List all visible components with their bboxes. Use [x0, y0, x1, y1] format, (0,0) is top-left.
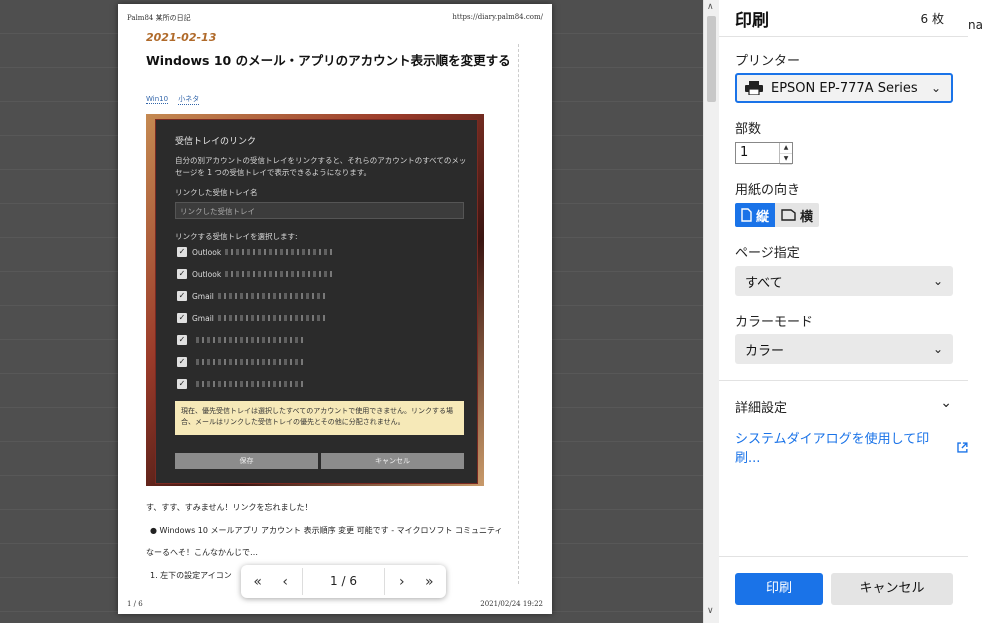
body-text: す、すす、すみません！リンクを忘れました！: [146, 503, 313, 512]
printer-label: プリンター: [735, 54, 801, 69]
page-header-left: Palm84 某所の日記: [127, 14, 191, 22]
account-row: ✓ Outlook: [177, 267, 336, 281]
double-chevron-left-icon: «: [253, 573, 262, 590]
body-text: なーるへそ！こんなかんじで…: [146, 548, 258, 557]
print-button[interactable]: 印刷: [735, 573, 823, 605]
tag: 小ネタ: [178, 95, 200, 105]
printer-value: EPSON EP-777A Series: [771, 80, 918, 96]
increment-icon[interactable]: ▲: [780, 143, 792, 154]
color-mode-select[interactable]: カラー ⌄: [735, 334, 953, 364]
copies-spin[interactable]: ▲ ▼: [779, 143, 792, 165]
chevron-down-icon[interactable]: ⌄: [940, 395, 952, 411]
divider: [518, 44, 519, 584]
dialog-description: 自分の別アカウントの受信トレイをリンクすると、それらのアカウントのすべてのメッセ…: [175, 156, 467, 177]
body-bullet: ● Windows 10 メールアプリ アカウント 表示順序 変更 可能です -…: [150, 526, 503, 535]
checkbox-icon: ✓: [177, 291, 187, 301]
preview-page: Palm84 某所の日記 https://diary.palm84.com/ 2…: [118, 4, 552, 614]
checkbox-icon: ✓: [177, 335, 187, 345]
scroll-up-icon[interactable]: ∧: [707, 2, 714, 12]
last-page-button[interactable]: »: [416, 568, 443, 595]
redacted-address: [217, 315, 328, 321]
linked-inbox-dialog: 受信トレイのリンク 自分の別アカウントの受信トレイをリンクすると、それらのアカウ…: [155, 119, 478, 484]
orientation-toggle: 縦 横: [735, 203, 820, 227]
divider: [719, 556, 968, 557]
orientation-label: 用紙の向き: [735, 183, 801, 198]
select-inbox-label: リンクする受信トレイを選択します:: [175, 232, 298, 241]
inbox-name-input: リンクした受信トレイ: [175, 202, 464, 219]
cancel-button[interactable]: キャンセル: [831, 573, 953, 605]
portrait-button[interactable]: 縦: [735, 203, 776, 227]
divider: [719, 36, 968, 37]
account-row: ✓ Outlook: [177, 245, 336, 259]
post-title: Windows 10 のメール・アプリのアカウント表示順を変更する: [146, 53, 511, 68]
background-text: na: [968, 18, 983, 32]
account-row: ✓ Gmail: [177, 311, 328, 325]
printer-icon: [745, 81, 763, 95]
inbox-name-label: リンクした受信トレイ名: [175, 188, 258, 197]
redacted-address: [225, 249, 336, 255]
chevron-left-icon: ‹: [282, 573, 288, 590]
background-page-edge: [968, 0, 986, 623]
redacted-address: [225, 271, 336, 277]
body-text: 1. 左下の設定アイコン: [150, 571, 232, 580]
account-row: ✓ Gmail: [177, 289, 328, 303]
chevron-down-icon: ⌄: [930, 81, 941, 95]
chevron-right-icon: ›: [399, 573, 405, 590]
redacted-address: [196, 381, 306, 387]
account-row: ✓: [177, 355, 306, 369]
color-mode-value: カラー: [745, 343, 785, 359]
next-page-button[interactable]: ›: [388, 568, 415, 595]
checkbox-icon: ✓: [177, 247, 187, 257]
checkbox-icon: ✓: [177, 269, 187, 279]
landscape-button[interactable]: 横: [775, 203, 820, 227]
landscape-page-icon: [781, 209, 796, 221]
redacted-address: [196, 337, 306, 343]
print-panel: 印刷 6 枚 プリンター EPSON EP-777A Series ⌄ 部数 1…: [719, 0, 968, 623]
copies-stepper[interactable]: 1 ▲ ▼: [735, 142, 793, 165]
first-page-button[interactable]: «: [244, 568, 271, 595]
dialog-note: 現在、優先受信トレイは選択したすべてのアカウントで使用できません。リンクする場合…: [175, 401, 464, 435]
chevron-down-icon: ⌄: [932, 342, 943, 356]
color-mode-label: カラーモード: [735, 315, 814, 330]
account-row: ✓: [177, 333, 306, 347]
account-row: ✓: [177, 377, 306, 391]
portrait-page-icon: [741, 208, 752, 222]
dialog-save-button: 保存: [175, 453, 318, 469]
dialog-title: 受信トレイのリンク: [175, 137, 257, 147]
pages-select[interactable]: すべて ⌄: [735, 266, 953, 296]
scrollbar-thumb[interactable]: [707, 16, 716, 102]
screenshot-image: 受信トレイのリンク 自分の別アカウントの受信トレイをリンクすると、それらのアカウ…: [146, 114, 484, 486]
chevron-down-icon: ⌄: [932, 274, 943, 288]
checkbox-icon: ✓: [177, 357, 187, 367]
scroll-down-icon[interactable]: ∨: [707, 606, 714, 616]
checkbox-icon: ✓: [177, 379, 187, 389]
decrement-icon[interactable]: ▼: [780, 154, 792, 165]
preview-scrollbar[interactable]: ∧ ∨: [703, 0, 719, 623]
prev-page-button[interactable]: ‹: [271, 568, 298, 595]
double-chevron-right-icon: »: [424, 573, 434, 590]
printer-select[interactable]: EPSON EP-777A Series ⌄: [735, 73, 953, 103]
sheet-count: 6 枚: [920, 12, 944, 26]
copies-input[interactable]: 1: [736, 143, 779, 163]
system-dialog-link[interactable]: システムダイアログを使用して印刷...: [735, 428, 968, 466]
page-footer-right: 2021/02/24 19:22: [480, 600, 543, 608]
dialog-cancel-button: キャンセル: [321, 453, 464, 469]
redacted-address: [217, 293, 328, 299]
checkbox-icon: ✓: [177, 313, 187, 323]
post-date: 2021-02-13: [146, 31, 217, 44]
page-header-right: https://diary.palm84.com/: [452, 13, 543, 21]
panel-title: 印刷: [735, 11, 769, 31]
advanced-settings[interactable]: 詳細設定: [735, 397, 787, 416]
tag: Win10: [146, 95, 169, 104]
divider: [719, 380, 968, 381]
page-number[interactable]: 1 / 6: [301, 568, 386, 595]
pages-label: ページ指定: [735, 246, 800, 261]
post-tags: Win10 小ネタ: [146, 94, 207, 105]
redacted-address: [196, 359, 306, 365]
external-link-icon: [957, 441, 968, 453]
pages-value: すべて: [745, 275, 783, 291]
page-footer-left: 1 / 6: [127, 600, 143, 608]
copies-label: 部数: [735, 122, 762, 137]
page-navigator: « ‹ 1 / 6 › »: [241, 565, 446, 598]
